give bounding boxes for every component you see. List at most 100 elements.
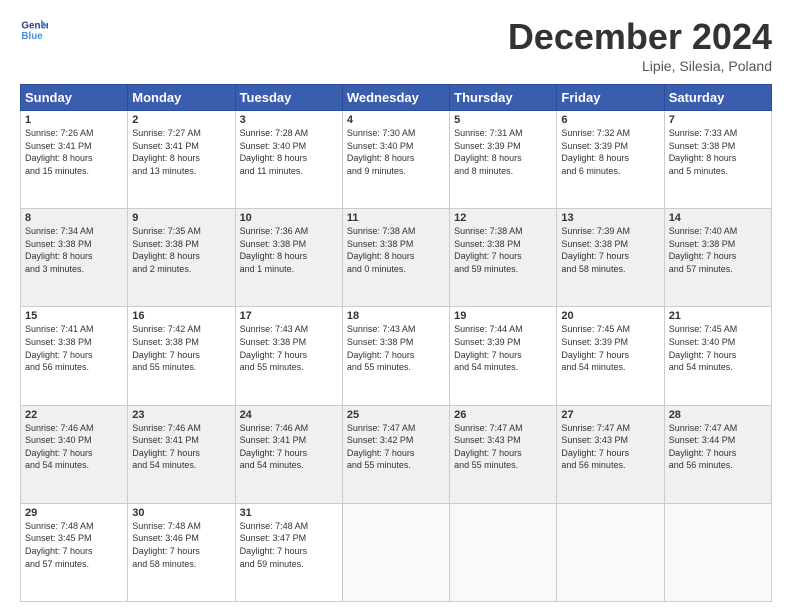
day-info: Sunrise: 7:44 AMSunset: 3:39 PMDaylight:…	[454, 323, 552, 373]
day-info: Sunrise: 7:46 AMSunset: 3:41 PMDaylight:…	[132, 422, 230, 472]
day-info: Sunrise: 7:31 AMSunset: 3:39 PMDaylight:…	[454, 127, 552, 177]
table-row: 21Sunrise: 7:45 AMSunset: 3:40 PMDayligh…	[664, 307, 771, 405]
calendar-week-1: 8Sunrise: 7:34 AMSunset: 3:38 PMDaylight…	[21, 209, 772, 307]
calendar-week-4: 29Sunrise: 7:48 AMSunset: 3:45 PMDayligh…	[21, 503, 772, 601]
day-info: Sunrise: 7:46 AMSunset: 3:40 PMDaylight:…	[25, 422, 123, 472]
table-row: 5Sunrise: 7:31 AMSunset: 3:39 PMDaylight…	[450, 111, 557, 209]
table-row: 9Sunrise: 7:35 AMSunset: 3:38 PMDaylight…	[128, 209, 235, 307]
day-number: 11	[347, 212, 445, 224]
day-info: Sunrise: 7:47 AMSunset: 3:43 PMDaylight:…	[561, 422, 659, 472]
table-row	[557, 503, 664, 601]
calendar-week-2: 15Sunrise: 7:41 AMSunset: 3:38 PMDayligh…	[21, 307, 772, 405]
day-number: 18	[347, 310, 445, 322]
table-row: 25Sunrise: 7:47 AMSunset: 3:42 PMDayligh…	[342, 405, 449, 503]
day-info: Sunrise: 7:40 AMSunset: 3:38 PMDaylight:…	[669, 225, 767, 275]
day-info: Sunrise: 7:35 AMSunset: 3:38 PMDaylight:…	[132, 225, 230, 275]
table-row: 24Sunrise: 7:46 AMSunset: 3:41 PMDayligh…	[235, 405, 342, 503]
table-row: 8Sunrise: 7:34 AMSunset: 3:38 PMDaylight…	[21, 209, 128, 307]
table-row: 14Sunrise: 7:40 AMSunset: 3:38 PMDayligh…	[664, 209, 771, 307]
day-info: Sunrise: 7:43 AMSunset: 3:38 PMDaylight:…	[347, 323, 445, 373]
table-row: 28Sunrise: 7:47 AMSunset: 3:44 PMDayligh…	[664, 405, 771, 503]
day-number: 1	[25, 114, 123, 126]
day-number: 3	[240, 114, 338, 126]
table-row: 20Sunrise: 7:45 AMSunset: 3:39 PMDayligh…	[557, 307, 664, 405]
day-info: Sunrise: 7:26 AMSunset: 3:41 PMDaylight:…	[25, 127, 123, 177]
calendar-header-row: Sunday Monday Tuesday Wednesday Thursday…	[21, 85, 772, 111]
table-row: 23Sunrise: 7:46 AMSunset: 3:41 PMDayligh…	[128, 405, 235, 503]
day-number: 10	[240, 212, 338, 224]
day-info: Sunrise: 7:42 AMSunset: 3:38 PMDaylight:…	[132, 323, 230, 373]
day-info: Sunrise: 7:46 AMSunset: 3:41 PMDaylight:…	[240, 422, 338, 472]
header-wednesday: Wednesday	[342, 85, 449, 111]
day-number: 5	[454, 114, 552, 126]
day-number: 6	[561, 114, 659, 126]
day-number: 14	[669, 212, 767, 224]
table-row: 11Sunrise: 7:38 AMSunset: 3:38 PMDayligh…	[342, 209, 449, 307]
day-info: Sunrise: 7:45 AMSunset: 3:39 PMDaylight:…	[561, 323, 659, 373]
day-number: 22	[25, 409, 123, 421]
day-info: Sunrise: 7:28 AMSunset: 3:40 PMDaylight:…	[240, 127, 338, 177]
page: General Blue December 2024 Lipie, Silesi…	[0, 0, 792, 612]
table-row	[342, 503, 449, 601]
day-info: Sunrise: 7:47 AMSunset: 3:43 PMDaylight:…	[454, 422, 552, 472]
table-row: 15Sunrise: 7:41 AMSunset: 3:38 PMDayligh…	[21, 307, 128, 405]
day-number: 13	[561, 212, 659, 224]
day-info: Sunrise: 7:47 AMSunset: 3:42 PMDaylight:…	[347, 422, 445, 472]
day-info: Sunrise: 7:34 AMSunset: 3:38 PMDaylight:…	[25, 225, 123, 275]
header-sunday: Sunday	[21, 85, 128, 111]
day-info: Sunrise: 7:47 AMSunset: 3:44 PMDaylight:…	[669, 422, 767, 472]
day-info: Sunrise: 7:27 AMSunset: 3:41 PMDaylight:…	[132, 127, 230, 177]
day-info: Sunrise: 7:32 AMSunset: 3:39 PMDaylight:…	[561, 127, 659, 177]
day-number: 31	[240, 507, 338, 519]
day-number: 25	[347, 409, 445, 421]
header: General Blue December 2024 Lipie, Silesi…	[20, 16, 772, 74]
day-number: 29	[25, 507, 123, 519]
table-row: 27Sunrise: 7:47 AMSunset: 3:43 PMDayligh…	[557, 405, 664, 503]
logo-text: General Blue	[20, 16, 50, 44]
day-number: 2	[132, 114, 230, 126]
day-number: 30	[132, 507, 230, 519]
day-number: 27	[561, 409, 659, 421]
svg-text:Blue: Blue	[21, 31, 43, 42]
day-number: 15	[25, 310, 123, 322]
table-row: 29Sunrise: 7:48 AMSunset: 3:45 PMDayligh…	[21, 503, 128, 601]
calendar-table: Sunday Monday Tuesday Wednesday Thursday…	[20, 84, 772, 602]
day-info: Sunrise: 7:43 AMSunset: 3:38 PMDaylight:…	[240, 323, 338, 373]
header-tuesday: Tuesday	[235, 85, 342, 111]
table-row: 31Sunrise: 7:48 AMSunset: 3:47 PMDayligh…	[235, 503, 342, 601]
table-row: 1Sunrise: 7:26 AMSunset: 3:41 PMDaylight…	[21, 111, 128, 209]
day-info: Sunrise: 7:38 AMSunset: 3:38 PMDaylight:…	[454, 225, 552, 275]
table-row: 22Sunrise: 7:46 AMSunset: 3:40 PMDayligh…	[21, 405, 128, 503]
logo: General Blue	[20, 16, 50, 44]
header-saturday: Saturday	[664, 85, 771, 111]
day-info: Sunrise: 7:48 AMSunset: 3:47 PMDaylight:…	[240, 520, 338, 570]
day-info: Sunrise: 7:48 AMSunset: 3:46 PMDaylight:…	[132, 520, 230, 570]
calendar-week-3: 22Sunrise: 7:46 AMSunset: 3:40 PMDayligh…	[21, 405, 772, 503]
calendar-week-0: 1Sunrise: 7:26 AMSunset: 3:41 PMDaylight…	[21, 111, 772, 209]
month-title: December 2024	[508, 16, 772, 58]
day-number: 12	[454, 212, 552, 224]
day-number: 8	[25, 212, 123, 224]
day-number: 19	[454, 310, 552, 322]
table-row: 6Sunrise: 7:32 AMSunset: 3:39 PMDaylight…	[557, 111, 664, 209]
table-row: 18Sunrise: 7:43 AMSunset: 3:38 PMDayligh…	[342, 307, 449, 405]
day-number: 17	[240, 310, 338, 322]
day-number: 21	[669, 310, 767, 322]
day-info: Sunrise: 7:33 AMSunset: 3:38 PMDaylight:…	[669, 127, 767, 177]
day-number: 9	[132, 212, 230, 224]
day-number: 28	[669, 409, 767, 421]
table-row: 2Sunrise: 7:27 AMSunset: 3:41 PMDaylight…	[128, 111, 235, 209]
day-info: Sunrise: 7:36 AMSunset: 3:38 PMDaylight:…	[240, 225, 338, 275]
day-number: 24	[240, 409, 338, 421]
day-info: Sunrise: 7:48 AMSunset: 3:45 PMDaylight:…	[25, 520, 123, 570]
day-info: Sunrise: 7:39 AMSunset: 3:38 PMDaylight:…	[561, 225, 659, 275]
day-number: 23	[132, 409, 230, 421]
table-row: 10Sunrise: 7:36 AMSunset: 3:38 PMDayligh…	[235, 209, 342, 307]
table-row	[664, 503, 771, 601]
day-info: Sunrise: 7:38 AMSunset: 3:38 PMDaylight:…	[347, 225, 445, 275]
table-row: 17Sunrise: 7:43 AMSunset: 3:38 PMDayligh…	[235, 307, 342, 405]
table-row: 16Sunrise: 7:42 AMSunset: 3:38 PMDayligh…	[128, 307, 235, 405]
subtitle: Lipie, Silesia, Poland	[508, 58, 772, 74]
table-row: 12Sunrise: 7:38 AMSunset: 3:38 PMDayligh…	[450, 209, 557, 307]
table-row: 7Sunrise: 7:33 AMSunset: 3:38 PMDaylight…	[664, 111, 771, 209]
